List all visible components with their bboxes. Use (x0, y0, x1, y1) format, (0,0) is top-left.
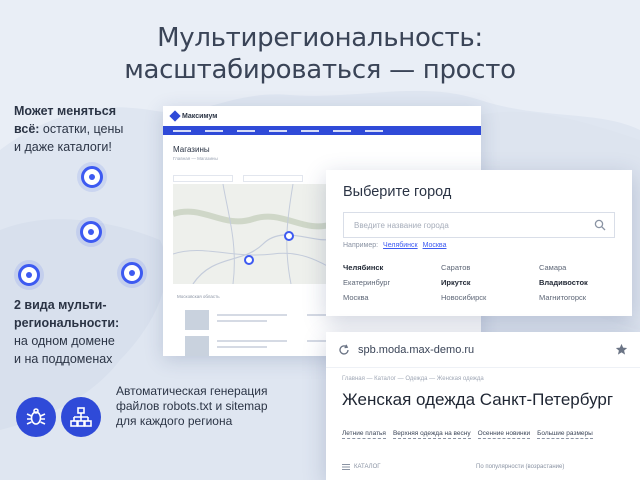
note-everything-changes: Может меняться всё: остатки, цены и даже… (14, 102, 154, 156)
feature-line-3: для каждого региона (116, 414, 233, 428)
url-bar[interactable]: spb.moda.max-demo.ru (326, 332, 640, 368)
city-saratov[interactable]: Саратов (441, 263, 470, 272)
example-link-chelyabinsk[interactable]: Челябинск (383, 242, 418, 249)
catalog-menu[interactable]: КАТАЛОГ (342, 464, 380, 470)
city-novosibirsk[interactable]: Новосибирск (441, 293, 486, 302)
headline-line-2: масштабироваться — просто (124, 55, 516, 85)
catalog-label: КАТАЛОГ (354, 464, 381, 470)
store-thumbnail (185, 336, 209, 356)
note-line-2-bold: всё: (14, 122, 40, 136)
site-logo: Максимум (169, 110, 218, 122)
headline-line-1: Мультирегиональность: (157, 23, 483, 53)
note-types-line-4: и на поддоменах (14, 352, 113, 366)
note-line-1: Может меняться (14, 104, 117, 118)
sort-dropdown[interactable]: По популярности (возрастание) (476, 464, 564, 470)
note-types-line-1: 2 вида мульти- (14, 298, 107, 312)
feature-description: Автоматическая генерация файлов robots.t… (116, 384, 286, 429)
city-moscow[interactable]: Москва (343, 293, 369, 302)
note-types-line-2: региональности: (14, 316, 120, 330)
chip-autumn-new[interactable]: Осенние новинки (477, 430, 531, 439)
location-pin-icon (81, 166, 103, 188)
city-vladivostok[interactable]: Владивосток (539, 278, 588, 287)
stores-map (173, 184, 333, 284)
city-search-box (343, 212, 615, 238)
note-types-line-3: на одном домене (14, 334, 115, 348)
bug-icon (16, 397, 56, 437)
url-text[interactable]: spb.moda.max-demo.ru (358, 344, 615, 356)
location-pin-icon (80, 221, 102, 243)
note-two-types: 2 вида мульти- региональности: на одном … (14, 296, 154, 368)
category-chips: Летние платья Верхняя одежда на весну Ос… (342, 430, 600, 439)
store-list-title: Московская область (177, 294, 220, 299)
example-link-moscow[interactable]: Москва (423, 242, 447, 249)
site-header: Максимум (163, 106, 481, 126)
example-label: Например: (343, 242, 379, 249)
city-irkutsk[interactable]: Иркутск (441, 278, 471, 287)
star-icon[interactable] (615, 343, 628, 356)
reload-icon[interactable] (338, 344, 350, 356)
site-page-title: Магазины (173, 145, 210, 154)
city-samara[interactable]: Самара (539, 263, 566, 272)
sitemap-icon (61, 397, 101, 437)
site-nav-bar (163, 126, 481, 135)
chip-summer-dresses[interactable]: Летние платья (342, 430, 386, 439)
subdomain-browser-window: spb.moda.max-demo.ru Главная — Каталог —… (326, 332, 640, 480)
category-breadcrumbs: Главная — Каталог — Одежда — Женская оде… (342, 376, 484, 382)
feature-line-2: файлов robots.txt и sitemap (116, 399, 268, 413)
headline: Мультирегиональность: масштабироваться —… (0, 22, 640, 86)
location-pin-icon (18, 264, 40, 286)
city-chelyabinsk[interactable]: Челябинск (343, 263, 383, 272)
city-example: Например: Челябинск Москва (343, 242, 446, 249)
city-selector-title: Выберите город (343, 184, 452, 200)
note-line-3: и даже каталоги! (14, 140, 112, 154)
search-icon[interactable] (594, 219, 606, 231)
category-title: Женская одежда Санкт-Петербург (342, 390, 614, 409)
city-selector-popup: Выберите город Например: Челябинск Москв… (326, 170, 632, 316)
chip-spring-outerwear[interactable]: Верхняя одежда на весну (392, 430, 471, 439)
menu-icon (342, 464, 350, 470)
note-line-2: остатки, цены (39, 122, 124, 136)
location-pin-icon (121, 262, 143, 284)
store-thumbnail (185, 310, 209, 330)
logo-icon (169, 110, 181, 122)
city-magnitogorsk[interactable]: Магнитогорск (539, 293, 586, 302)
chip-big-sizes[interactable]: Большие размеры (537, 430, 593, 439)
site-brand: Максимум (182, 112, 218, 120)
feature-line-1: Автоматическая генерация (116, 384, 268, 398)
city-ekaterinburg[interactable]: Екатеринбург (343, 278, 390, 287)
city-search-input[interactable] (344, 213, 584, 237)
